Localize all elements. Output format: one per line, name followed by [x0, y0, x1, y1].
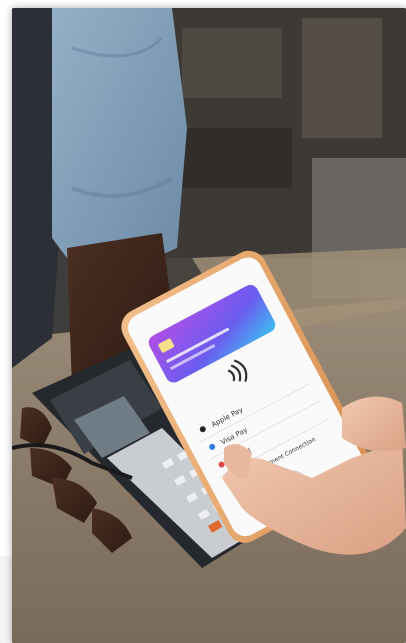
payment-photo: Apple Pay Visa Pay PayPal Secure Payment…: [12, 8, 406, 643]
photo-scene: Apple Pay Visa Pay PayPal Secure Payment…: [12, 8, 406, 643]
